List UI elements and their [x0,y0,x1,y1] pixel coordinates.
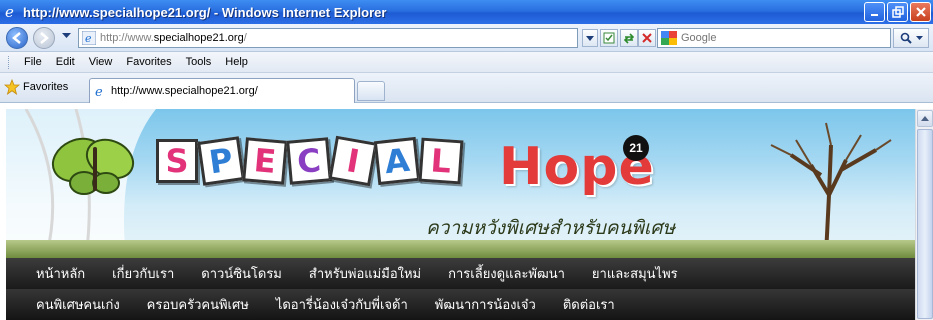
refresh-icon [623,33,635,44]
chevron-down-icon [915,35,923,40]
compatibility-view-button[interactable] [600,29,618,47]
browser-tab[interactable]: e http://www.specialhope21.org/ [89,78,355,103]
svg-text:e: e [5,4,14,20]
nav-home[interactable]: หน้าหลัก [36,263,85,284]
nav-development[interactable]: พัฒนาการน้องเจ๋ว [435,294,536,315]
logo-letter: A [373,136,421,186]
nav-diary[interactable]: ไดอารี่น้องเจ๋วกับพี่เจด้า [276,294,408,315]
stop-icon [642,33,652,43]
vertical-scrollbar[interactable] [915,109,933,320]
url-domain: specialhope21.org [153,32,244,44]
close-button[interactable] [910,2,931,22]
tab-title: http://www.specialhope21.org/ [111,85,258,97]
logo-letter: C [286,137,332,185]
logo-letter: I [328,135,378,187]
minimize-icon [870,14,878,16]
logo-letter: P [197,136,245,186]
page-content: S P E C I A L Hope 21 ความหวังพิเศษสำหรั… [6,109,915,320]
nav-new-parents[interactable]: สำหรับพ่อแม่มือใหม่ [309,263,421,284]
new-tab-button[interactable] [357,81,385,101]
url-prefix: http://www. [100,32,154,44]
forward-arrow-icon [40,32,49,44]
toolbar-grip[interactable] [8,55,11,69]
menu-edit[interactable]: Edit [49,56,82,68]
grass-strip [6,240,915,258]
nav-contact[interactable]: ติดต่อเรา [563,294,615,315]
search-box[interactable] [657,28,891,48]
google-logo-icon [661,31,677,45]
site-nav-secondary: คนพิเศษคนเก่ง ครอบครัวคนพิเศษ ไดอารี่น้อ… [6,289,915,320]
address-bar[interactable]: e http://www.specialhope21.org/ [78,28,578,48]
menu-favorites[interactable]: Favorites [119,56,178,68]
window-title: http://www.specialhope21.org/ - Windows … [23,4,387,20]
search-input[interactable] [681,32,881,44]
history-dropdown-icon[interactable] [62,33,71,39]
site-slogan: ความหวังพิเศษสำหรับคนพิเศษ [426,217,676,239]
logo-letter: S [156,139,198,183]
back-button[interactable] [6,27,28,49]
restore-icon [891,6,904,18]
svg-text:e: e [85,32,92,45]
close-icon [915,7,926,17]
title-bar: e http://www.specialhope21.org/ - Window… [0,0,933,24]
favorites-label: Favorites [23,81,69,93]
logo-letter: L [418,137,464,185]
refresh-button[interactable] [620,29,638,47]
ie-icon: e [5,4,14,20]
menu-bar: File Edit View Favorites Tools Help [0,52,933,73]
tree-graphic [770,122,892,255]
url-suffix: / [243,32,247,44]
menu-help[interactable]: Help [218,56,255,68]
nav-parenting[interactable]: การเลี้ยงดูและพัฒนา [448,263,565,284]
compatibility-icon [603,32,615,44]
stop-button[interactable] [638,29,656,47]
butterfly-icon [51,137,135,195]
nav-down-syndrome[interactable]: ดาวน์ซินโดรม [201,263,282,284]
chevron-up-icon [921,116,929,121]
address-url[interactable]: http://www.specialhope21.org/ [100,32,247,44]
ie-tab-icon: e [95,85,103,98]
chevron-down-icon [586,35,594,41]
svg-text:e: e [95,85,103,98]
window-controls [864,2,931,22]
scroll-up-button[interactable] [917,110,933,127]
menu-view[interactable]: View [82,56,120,68]
star-icon [4,79,20,95]
logo-badge: 21 [623,135,649,161]
restore-button[interactable] [887,2,908,22]
nav-special-families[interactable]: ครอบครัวคนพิเศษ [147,294,249,315]
site-banner: S P E C I A L Hope 21 ความหวังพิเศษสำหรั… [6,109,915,258]
nav-medicine-herbs[interactable]: ยาและสมุนไพร [592,263,678,284]
logo-blocks: S P E C I A L [156,135,464,187]
forward-button[interactable] [33,27,55,49]
page-favicon: e [82,31,96,45]
minimize-button[interactable] [864,2,885,22]
menu-file[interactable]: File [17,56,49,68]
address-dropdown-button[interactable] [582,29,598,47]
nav-about[interactable]: เกี่ยวกับเรา [112,263,174,284]
logo-letter: E [242,137,288,185]
favorites-bar: Favorites e http://www.specialhope21.org… [0,73,933,103]
nav-talented-people[interactable]: คนพิเศษคนเก่ง [36,294,120,315]
scroll-thumb[interactable] [917,129,933,319]
back-arrow-icon [12,32,21,44]
address-toolbar: e http://www.specialhope21.org/ [0,24,933,52]
site-nav-primary: หน้าหลัก เกี่ยวกับเรา ดาวน์ซินโดรม สำหรั… [6,258,915,289]
search-icon [900,32,912,44]
menu-tools[interactable]: Tools [179,56,219,68]
favorites-button[interactable]: Favorites [4,79,68,95]
search-button[interactable] [893,28,929,48]
